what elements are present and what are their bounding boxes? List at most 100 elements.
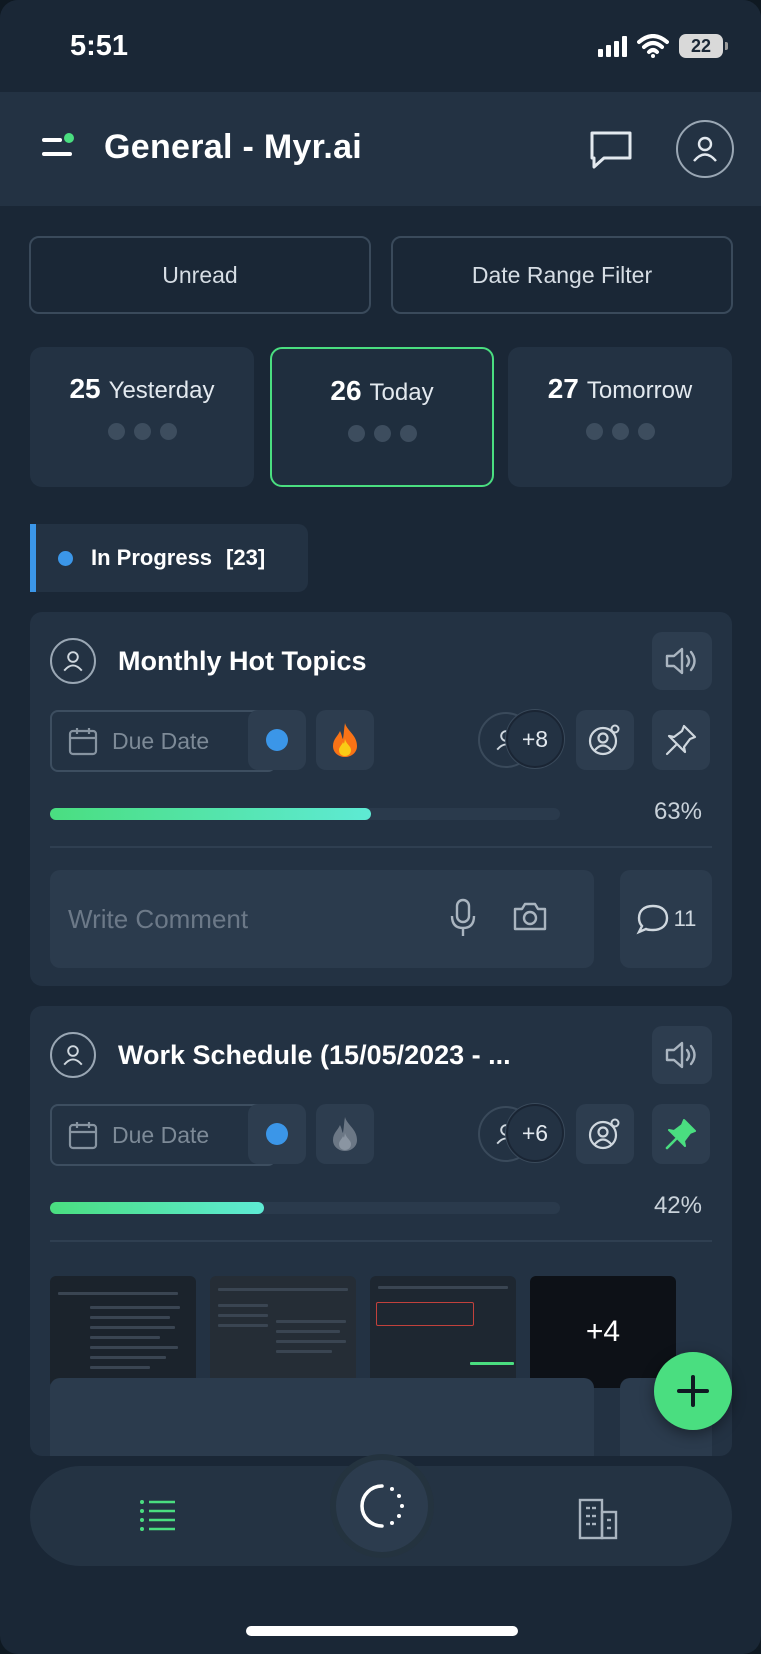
speaker-button[interactable] [652, 632, 712, 690]
more-dots-icon [272, 425, 492, 442]
calendar-icon [68, 728, 98, 756]
progress-percent: 63% [653, 798, 702, 825]
attachments-more[interactable]: +4 [530, 1276, 676, 1388]
battery-icon: 22 [679, 34, 728, 58]
section-in-progress[interactable]: In Progress [23] [30, 524, 308, 592]
status-bar: 5:51 22 [0, 0, 761, 92]
loading-spinner-icon [360, 1484, 404, 1528]
microphone-icon[interactable] [450, 898, 476, 938]
nav-organization-button[interactable] [574, 1494, 622, 1542]
home-indicator[interactable] [246, 1626, 518, 1636]
attachments-row: +4 [50, 1276, 676, 1388]
day-label: Today [369, 379, 434, 406]
bottom-navigation [30, 1460, 732, 1566]
priority-button[interactable] [316, 1104, 374, 1164]
progress-bar [50, 1202, 560, 1214]
day-number: 26 [330, 375, 362, 406]
priority-button[interactable] [316, 710, 374, 770]
attachment-thumbnail[interactable] [50, 1276, 196, 1388]
user-icon [63, 651, 83, 672]
task-title[interactable]: Monthly Hot Topics [118, 646, 366, 677]
list-icon [140, 1500, 175, 1531]
profile-button[interactable] [676, 120, 734, 178]
task-title[interactable]: Work Schedule (15/05/2023 - ... [118, 1040, 511, 1071]
building-icon [578, 1498, 618, 1540]
pin-button[interactable] [652, 1104, 710, 1164]
pin-icon [665, 724, 697, 756]
camera-icon[interactable] [512, 900, 548, 932]
speaker-icon [665, 647, 696, 675]
progress-fill [50, 808, 372, 820]
fire-icon [333, 723, 357, 757]
comment-count: 11 [673, 906, 697, 931]
day-card-tomorrow[interactable]: 27 Tomorrow [508, 347, 732, 487]
status-icons: 22 [598, 34, 728, 58]
progress-percent: 42% [653, 1192, 702, 1219]
day-number: 27 [547, 373, 579, 404]
section-label: In Progress [91, 545, 213, 570]
chat-icon [590, 131, 632, 169]
status-color-dot [266, 729, 288, 751]
user-settings-icon [588, 724, 620, 756]
comments-button[interactable]: 11 [620, 870, 712, 968]
plus-icon [677, 1375, 709, 1407]
menu-button[interactable] [38, 128, 78, 168]
day-card-yesterday[interactable]: 25 Yesterday [30, 347, 254, 487]
members-group[interactable]: +8 [478, 710, 564, 772]
app-header: General - Myr.ai [0, 92, 761, 206]
fire-icon [333, 1117, 357, 1151]
assign-user-button[interactable] [576, 1104, 634, 1164]
menu-line-icon [42, 138, 62, 142]
members-more-count: +8 [506, 710, 564, 768]
comment-input[interactable] [50, 1378, 594, 1456]
day-label: Yesterday [108, 377, 215, 404]
status-color-dot [266, 1123, 288, 1145]
members-group[interactable]: +6 [478, 1104, 564, 1166]
comment-bubble-icon [636, 904, 668, 935]
unread-filter-button[interactable]: Unread [29, 236, 371, 314]
nav-list-button[interactable] [138, 1496, 182, 1536]
status-time: 5:51 [70, 30, 129, 62]
pin-button[interactable] [652, 710, 710, 770]
task-card[interactable]: Work Schedule (15/05/2023 - ... Due Date [30, 1006, 732, 1456]
task-card[interactable]: Monthly Hot Topics Due Date +8 63% Write… [30, 612, 732, 986]
more-dots-icon [508, 423, 732, 440]
nav-center-button[interactable] [336, 1460, 428, 1552]
day-card-today[interactable]: 26 Today [270, 347, 494, 487]
divider [50, 1240, 712, 1242]
status-color-button[interactable] [248, 710, 306, 770]
add-task-button[interactable] [654, 1352, 732, 1430]
menu-line-icon [42, 152, 72, 156]
user-icon [63, 1045, 83, 1066]
calendar-icon [68, 1122, 98, 1150]
attachment-thumbnail[interactable] [370, 1276, 516, 1388]
attachment-thumbnail[interactable] [210, 1276, 356, 1388]
speaker-icon [665, 1041, 696, 1069]
more-dots-icon [30, 423, 254, 440]
due-date-placeholder: Due Date [112, 1121, 210, 1148]
assign-user-button[interactable] [576, 710, 634, 770]
speaker-button[interactable] [652, 1026, 712, 1084]
day-number: 25 [69, 373, 101, 404]
avatar[interactable] [50, 1032, 96, 1078]
progress-fill [50, 1202, 265, 1214]
day-label: Tomorrow [586, 377, 693, 404]
comment-input[interactable]: Write Comment [50, 870, 594, 968]
divider [50, 846, 712, 848]
avatar[interactable] [50, 638, 96, 684]
user-icon [693, 136, 717, 162]
chat-button[interactable] [588, 130, 634, 170]
app-screen: 5:51 22 General - Myr.ai Unread Date Ran… [0, 0, 761, 1654]
date-range-filter-button[interactable]: Date Range Filter [391, 236, 733, 314]
progress-bar [50, 808, 560, 820]
due-date-field[interactable]: Due Date [50, 710, 276, 772]
members-more-count: +6 [506, 1104, 564, 1162]
status-color-button[interactable] [248, 1104, 306, 1164]
status-dot [58, 550, 73, 566]
due-date-field[interactable]: Due Date [50, 1104, 276, 1166]
comment-placeholder: Write Comment [68, 904, 249, 934]
signal-icon [598, 35, 627, 57]
pin-filled-icon [665, 1119, 696, 1150]
section-count: [23] [226, 545, 266, 570]
wifi-icon [637, 34, 669, 58]
